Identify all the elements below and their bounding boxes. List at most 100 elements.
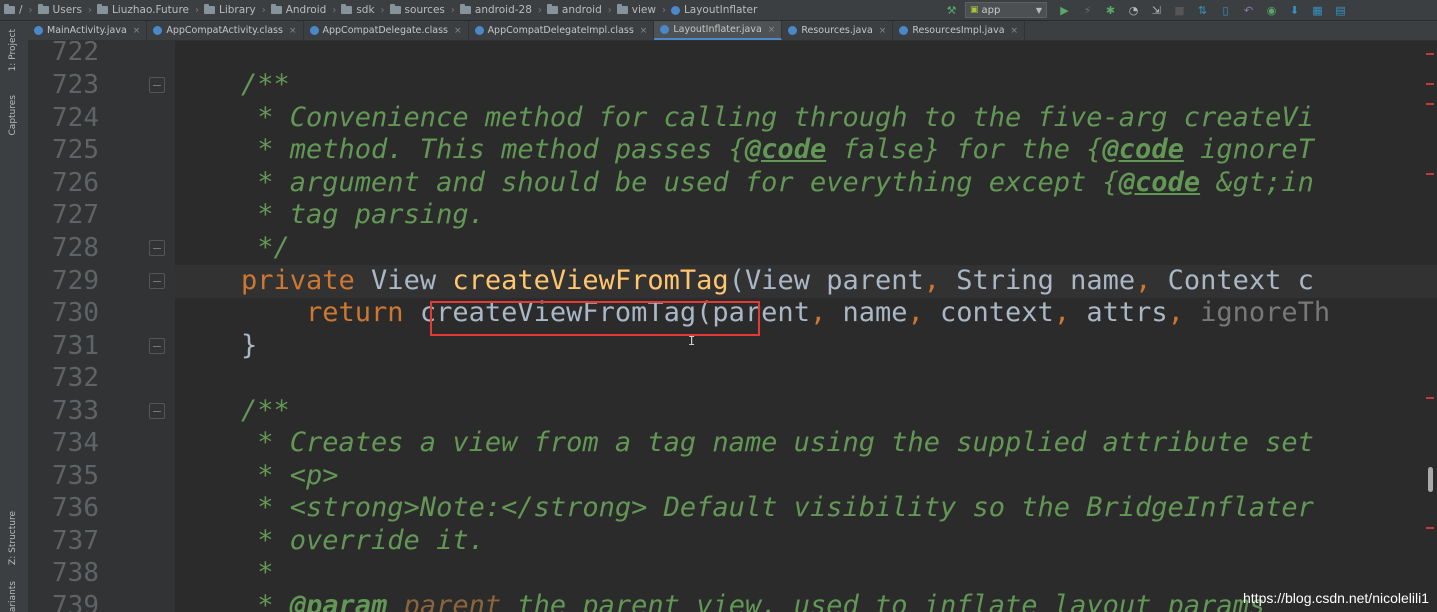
line-number: 730 bbox=[52, 298, 99, 328]
fold-toggle-icon[interactable] bbox=[149, 338, 165, 354]
breadcrumb-item-users[interactable]: Users bbox=[37, 4, 82, 16]
error-stripe-marker[interactable] bbox=[1426, 173, 1434, 175]
close-icon[interactable]: × bbox=[289, 26, 297, 36]
build-variants-tool-window-button[interactable]: ariants bbox=[8, 581, 18, 612]
close-icon[interactable]: × bbox=[879, 26, 887, 36]
fold-toggle-icon[interactable] bbox=[149, 240, 165, 256]
close-icon[interactable]: × bbox=[133, 26, 141, 36]
tab-layoutinflater[interactable]: LayoutInflater.java × bbox=[654, 21, 783, 40]
code-line: 726 * argument and should be used for ev… bbox=[29, 167, 1437, 200]
code-line: 737 * override it. bbox=[29, 525, 1437, 558]
annotation-highlight-box bbox=[430, 301, 760, 336]
line-number: 739 bbox=[52, 591, 99, 612]
attach-debugger-icon[interactable]: ⇲ bbox=[1150, 4, 1163, 17]
breadcrumb-item-android-pkg[interactable]: android bbox=[546, 4, 602, 16]
line-number: 727 bbox=[52, 200, 99, 230]
code-text: return createViewFromTag(parent, name, c… bbox=[241, 297, 1331, 328]
structure-tool-window-button[interactable]: Z: Structure bbox=[8, 511, 18, 565]
code-text: * @param parent the parent view, used to… bbox=[241, 590, 1266, 612]
class-icon bbox=[34, 26, 43, 35]
close-icon[interactable]: × bbox=[640, 26, 648, 36]
breadcrumb-item-view[interactable]: view bbox=[616, 4, 656, 16]
breadcrumb-item-root[interactable]: / bbox=[4, 4, 23, 16]
class-icon bbox=[309, 26, 319, 35]
line-number: 737 bbox=[52, 526, 99, 556]
device-icon[interactable]: ▯ bbox=[1219, 4, 1232, 17]
breadcrumb-separator: › bbox=[450, 4, 455, 16]
breadcrumb-separator: › bbox=[607, 4, 612, 16]
navigation-bar: / › Users › Liuzhao.Future › Library › A… bbox=[0, 0, 1437, 21]
error-stripe-marker[interactable] bbox=[1426, 83, 1434, 85]
code-text: * <p> bbox=[241, 460, 339, 491]
tab-mainactivity[interactable]: MainActivity.java × bbox=[28, 21, 148, 40]
breadcrumb-item-sdk[interactable]: sdk bbox=[341, 4, 375, 16]
line-number: 729 bbox=[52, 266, 99, 296]
folder-icon bbox=[4, 4, 15, 14]
error-stripe-marker[interactable] bbox=[1426, 397, 1434, 399]
tab-appcompatactivity[interactable]: AppCompatActivity.class × bbox=[147, 21, 304, 40]
text-cursor-icon: I bbox=[688, 334, 696, 348]
line-number: 731 bbox=[52, 331, 99, 361]
tab-appcompatdelegateimpl[interactable]: AppCompatDelegateImpl.class × bbox=[469, 21, 655, 40]
profile-icon[interactable]: ◔ bbox=[1127, 4, 1140, 17]
line-number: 726 bbox=[52, 168, 99, 198]
class-icon bbox=[660, 25, 670, 34]
code-line: 723 /** bbox=[29, 69, 1437, 102]
class-icon bbox=[153, 26, 163, 35]
run-icon[interactable]: ▶ bbox=[1058, 4, 1071, 17]
breadcrumb-item-file[interactable]: LayoutInflater bbox=[670, 4, 757, 16]
breadcrumb-item-android-28[interactable]: android-28 bbox=[459, 4, 532, 16]
breadcrumb-separator: › bbox=[28, 4, 33, 16]
breadcrumb-separator: › bbox=[380, 4, 385, 16]
folder-icon bbox=[459, 4, 471, 14]
breadcrumb-item-sources[interactable]: sources bbox=[389, 4, 445, 16]
debug-icon[interactable]: ✱ bbox=[1104, 4, 1117, 17]
tab-appcompatdelegate[interactable]: AppCompatDelegate.class × bbox=[304, 21, 469, 40]
hammer-build-icon[interactable]: ⚒ bbox=[945, 4, 958, 17]
fold-toggle-icon[interactable] bbox=[149, 77, 165, 93]
folder-icon bbox=[389, 4, 401, 14]
line-number: 732 bbox=[52, 363, 99, 393]
close-icon[interactable]: × bbox=[768, 25, 776, 35]
line-number: 725 bbox=[52, 135, 99, 165]
code-line: 732 bbox=[29, 362, 1437, 395]
breadcrumb-item-library[interactable]: Library bbox=[204, 4, 256, 16]
error-stripe-marker[interactable] bbox=[1426, 53, 1434, 55]
tab-resources[interactable]: Resources.java × bbox=[782, 21, 894, 40]
sync-gradle-icon[interactable]: ⇅ bbox=[1196, 4, 1209, 17]
stop-icon[interactable]: ■ bbox=[1173, 4, 1186, 17]
close-icon[interactable]: × bbox=[1011, 26, 1019, 36]
folder-icon bbox=[546, 4, 558, 14]
avd-manager-icon[interactable]: ▤ bbox=[1334, 4, 1347, 17]
breadcrumb-item-user[interactable]: Liuzhao.Future bbox=[96, 4, 189, 16]
code-line: 724 * Convenience method for calling thr… bbox=[29, 102, 1437, 135]
code-line: 725 * method. This method passes {@code … bbox=[29, 134, 1437, 167]
code-text: * <strong>Note:</strong> Default visibil… bbox=[241, 492, 1314, 523]
apply-changes-icon[interactable]: ⚡ bbox=[1081, 4, 1094, 17]
breadcrumb: / › Users › Liuzhao.Future › Library › A… bbox=[4, 0, 760, 20]
folder-icon bbox=[204, 4, 215, 14]
folder-icon bbox=[616, 4, 628, 14]
close-icon[interactable]: × bbox=[454, 26, 462, 36]
vertical-scrollbar-thumb[interactable] bbox=[1428, 467, 1433, 492]
class-icon bbox=[899, 26, 909, 35]
breadcrumb-item-android[interactable]: Android bbox=[270, 4, 326, 16]
sdk-manager-icon[interactable]: ⬇ bbox=[1288, 4, 1301, 17]
project-tool-window-button[interactable]: 1: Project bbox=[8, 29, 18, 71]
fold-toggle-icon[interactable] bbox=[149, 403, 165, 419]
code-line: 733 /** bbox=[29, 395, 1437, 428]
code-text: */ bbox=[241, 232, 290, 263]
error-stripe-marker[interactable] bbox=[1426, 103, 1434, 105]
line-number: 723 bbox=[52, 70, 99, 100]
fold-toggle-icon[interactable] bbox=[149, 273, 165, 289]
breadcrumb-separator: › bbox=[332, 4, 337, 16]
captures-tool-window-button[interactable]: Captures bbox=[8, 95, 18, 135]
line-number: 728 bbox=[52, 233, 99, 263]
undo-icon[interactable]: ↶ bbox=[1242, 4, 1255, 17]
error-stripe-marker[interactable] bbox=[1426, 527, 1434, 529]
code-line: 735 * <p> bbox=[29, 460, 1437, 493]
android-icon[interactable]: ◉ bbox=[1265, 4, 1278, 17]
run-configuration-select[interactable]: ▣ app ▼ bbox=[965, 2, 1047, 18]
tab-resourcesimpl[interactable]: ResourcesImpl.java × bbox=[893, 21, 1026, 40]
layout-inspector-icon[interactable]: ▦ bbox=[1311, 4, 1324, 17]
